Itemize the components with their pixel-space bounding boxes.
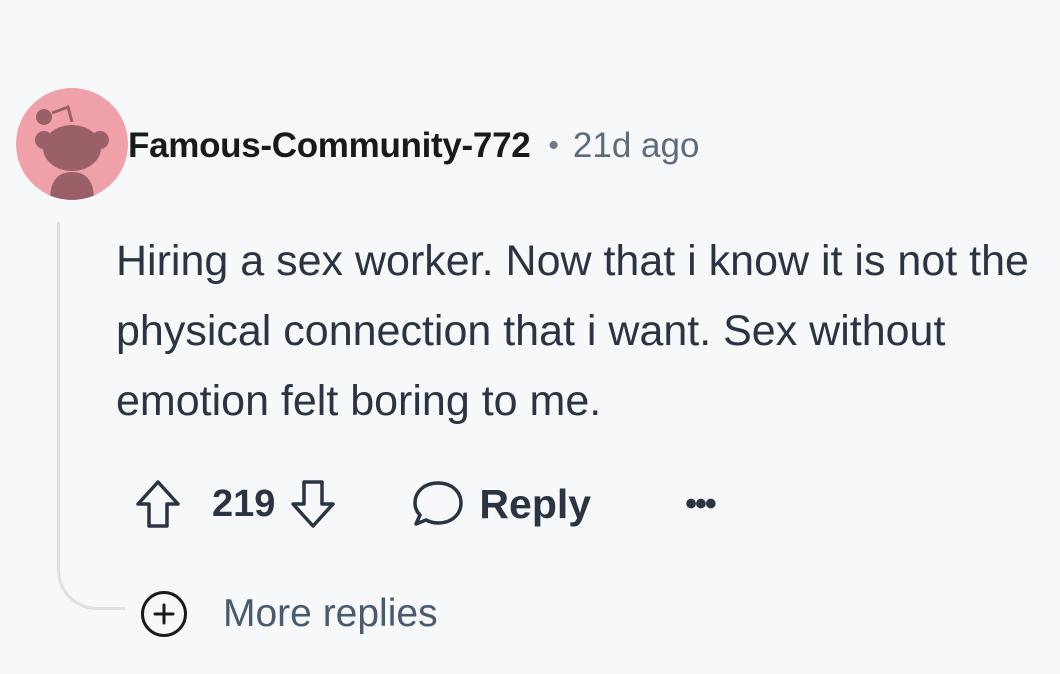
avatar[interactable] — [16, 88, 128, 200]
ellipsis-icon: ••• — [685, 485, 717, 523]
more-replies-link[interactable]: More replies — [141, 588, 438, 640]
username[interactable]: Famous-Community-772 — [128, 126, 531, 166]
more-replies-label: More replies — [223, 592, 438, 635]
overflow-menu-button[interactable]: ••• — [685, 474, 717, 534]
arrow-down-outline-icon — [291, 480, 336, 528]
comment-body: Hiring a sex worker. Now that i know it … — [116, 237, 1029, 425]
vote-score: 219 — [212, 482, 276, 525]
arrow-up-outline-icon — [136, 480, 180, 528]
meta-separator: • — [548, 129, 559, 162]
plus-circle-icon — [141, 591, 187, 637]
reply-label: Reply — [479, 480, 592, 527]
reply-button[interactable]: Reply — [411, 478, 591, 530]
upvote-button[interactable] — [128, 474, 188, 534]
reddit-snoo-avatar-icon — [35, 105, 109, 200]
downvote-button[interactable] — [283, 474, 343, 534]
speech-bubble-icon — [413, 481, 464, 526]
timestamp[interactable]: 21d ago — [573, 126, 700, 166]
thread-line — [57, 222, 125, 610]
comment-action-bar: 219 Reply ••• — [128, 474, 717, 534]
comment-header: Famous-Community-772 • 21d ago — [128, 122, 699, 170]
